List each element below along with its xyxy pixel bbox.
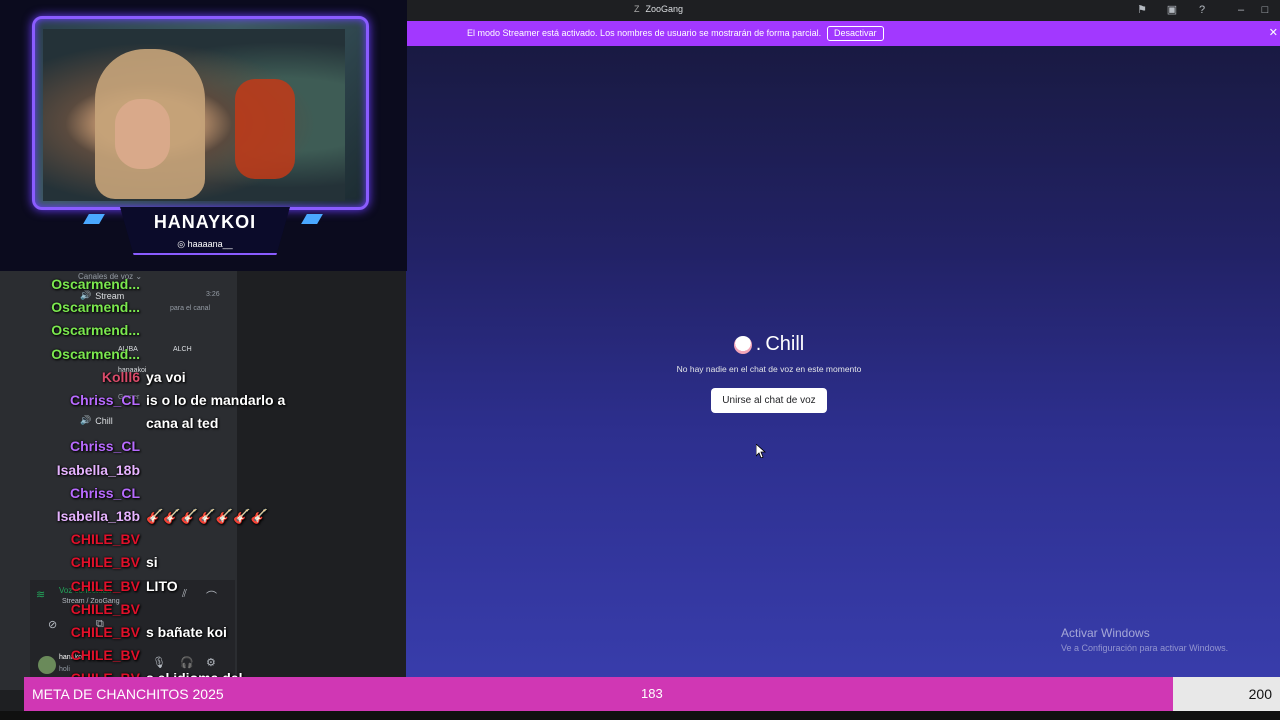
title-bar: Z ZooGang ⚑ ▣ ? – □ — [406, 0, 1280, 21]
empty-voice-channel: . Chill No hay nadie en el chat de voz e… — [664, 333, 874, 413]
streamer-mode-banner: El modo Streamer está activado. Los nomb… — [406, 21, 1280, 46]
chat-text: is o lo de mandarlo a — [146, 392, 286, 408]
chat-text: 🎸🎸🎸🎸🎸🎸🎸 — [146, 508, 269, 524]
chat-username: CHILE_BV — [70, 624, 140, 640]
streamer-name: HANAYKOI — [153, 212, 257, 232]
join-voice-button[interactable]: Unirse al chat de voz — [711, 388, 827, 413]
member-alch[interactable]: ALCH — [173, 346, 192, 353]
instagram-handle: ◎ haaaana__ — [177, 239, 233, 249]
chat-username: CHILE_BV — [70, 647, 140, 664]
inbox-icon[interactable]: ⚑ — [1135, 3, 1149, 17]
speaker-icon: 🔊 — [80, 415, 92, 425]
windows-activation-watermark: Activar Windows Ve a Configuración para … — [1061, 626, 1229, 653]
chat-username: Oscarmend... — [51, 345, 140, 362]
taskbar — [0, 711, 1280, 720]
chat-username: Chriss_CL — [69, 438, 140, 455]
instagram-icon: ◎ — [177, 239, 188, 249]
chat-text: s bañate koi — [146, 624, 227, 640]
window-title: Z ZooGang — [634, 4, 684, 14]
goal-current: 183 — [641, 686, 663, 701]
chat-username: CHILE_BV — [70, 600, 140, 617]
settings-icon[interactable]: ⚙ — [206, 656, 216, 669]
headphones-icon[interactable]: 🎧 — [180, 656, 194, 669]
chicken-icon — [733, 335, 752, 354]
chat-username: Oscarmend... — [51, 276, 140, 292]
chat-username: Isabella_18b — [56, 508, 140, 524]
chat-username: CHILE_BV — [70, 554, 140, 571]
chat-username: Oscarmend... — [51, 322, 140, 339]
screen-share-icon[interactable]: ▣ — [1165, 3, 1179, 17]
chat-username: Oscarmend... — [51, 299, 140, 316]
webcam-overlay: HANAYKOI ◎ haaaana__ — [0, 0, 407, 271]
chat-text: LITO — [146, 577, 178, 594]
chat-username: CHILE_BV — [70, 577, 140, 594]
chat-username: Chriss_CL — [69, 392, 140, 408]
help-icon[interactable]: ? — [1195, 3, 1209, 17]
mute-icon[interactable]: 🎙 — [152, 656, 166, 669]
chat-username: Kolll6 — [101, 368, 140, 385]
empty-channel-message: No hay nadie en el chat de voz en este m… — [676, 364, 862, 374]
noise-suppression-icon[interactable]: ⫽ — [182, 588, 187, 601]
mouse-cursor-icon — [755, 443, 767, 463]
chat-text: si — [146, 554, 158, 571]
chat-text: cana al ted — [146, 415, 219, 432]
channel-chill[interactable]: 🔊 Chill — [80, 415, 113, 426]
chat-text: ya voi — [146, 368, 186, 385]
chat-username: Isabella_18b — [56, 461, 140, 478]
disconnect-icon[interactable]: ⌒ — [206, 588, 217, 604]
close-icon[interactable]: ✕ — [1269, 26, 1278, 39]
chat-username: CHILE_BV — [70, 531, 140, 548]
deactivate-button[interactable]: Desactivar — [827, 26, 884, 41]
stream-screen: Z ZooGang ⚑ ▣ ? – □ El modo Streamer está… — [0, 0, 1280, 720]
goal-bar: META DE CHANCHITOS 2025 183 200 — [24, 677, 1280, 711]
streamer-nameplate: HANAYKOI ◎ haaaana__ — [120, 207, 290, 255]
channel-hint: para el canal — [170, 305, 211, 312]
stream-timer: 3:26 — [206, 291, 220, 298]
goal-target: 200 — [1248, 686, 1272, 702]
webcam-feed — [32, 16, 369, 210]
goal-label: META DE CHANCHITOS 2025 — [32, 686, 224, 702]
minimize-icon[interactable]: – — [1234, 3, 1248, 17]
chat-username: Chriss_CL — [69, 484, 140, 501]
channel-title: . Chill — [664, 333, 874, 356]
streamer-mode-message: El modo Streamer está activado. Los nomb… — [467, 28, 822, 38]
maximize-icon[interactable]: □ — [1258, 3, 1272, 17]
